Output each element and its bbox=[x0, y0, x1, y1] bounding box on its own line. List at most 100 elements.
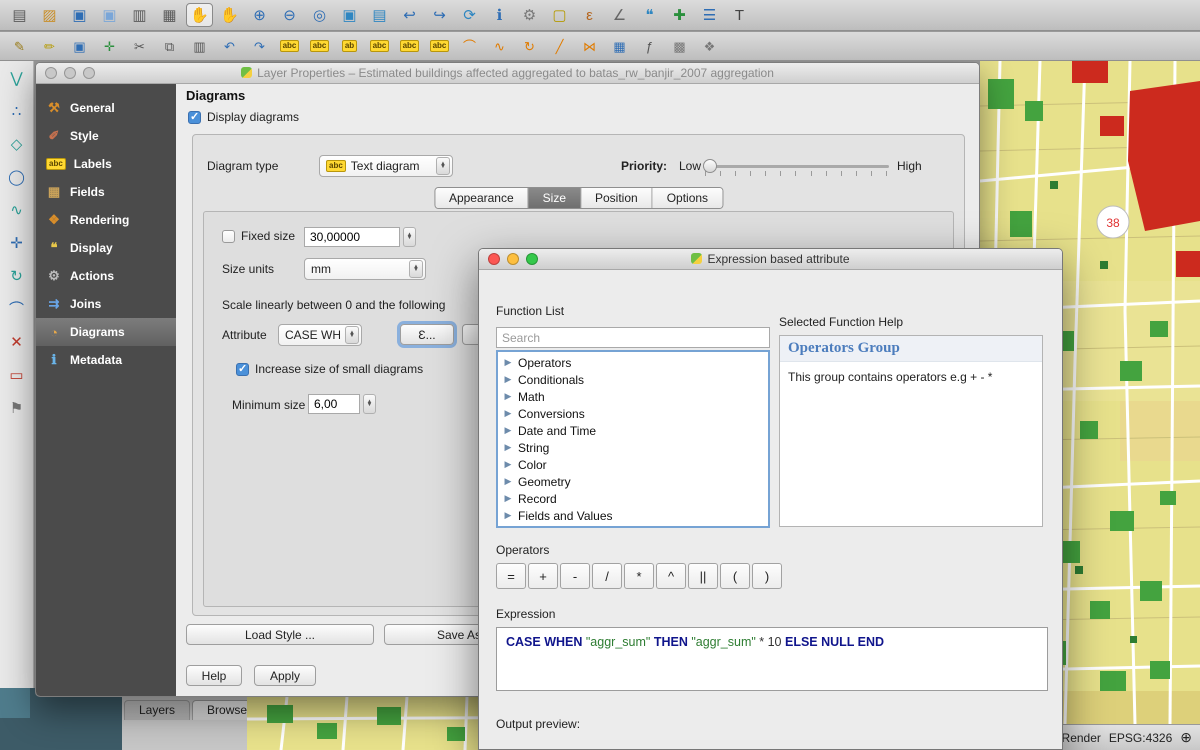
sidebar-item-metadata[interactable]: ℹMetadata bbox=[36, 346, 176, 374]
minimum-size-input[interactable] bbox=[308, 394, 360, 414]
load-style-button[interactable]: Load Style ... bbox=[186, 624, 374, 645]
function-group-operators[interactable]: ▶Operators bbox=[498, 354, 768, 371]
sidebar-item-labels[interactable]: abcLabels bbox=[36, 150, 176, 178]
expression-dialog-titlebar[interactable]: Expression based attribute bbox=[479, 249, 1062, 270]
minimize-window-button[interactable] bbox=[64, 67, 76, 79]
zoom-out-button[interactable]: ⊖ bbox=[276, 3, 303, 27]
zoom-to-selection-button[interactable]: ▣ bbox=[336, 3, 363, 27]
paste-features-button[interactable]: ▥ bbox=[186, 34, 213, 58]
undo-button[interactable]: ↶ bbox=[216, 34, 243, 58]
current-edits-button[interactable]: ✎ bbox=[6, 34, 33, 58]
node-tool-button[interactable]: ✛ bbox=[96, 34, 123, 58]
rotate-feature-left-button[interactable]: ↻ bbox=[5, 265, 29, 287]
expand-triangle-icon[interactable]: ▶ bbox=[502, 476, 514, 487]
show-bookmarks-button[interactable]: ☰ bbox=[696, 3, 723, 27]
label-highlight-button[interactable]: abc bbox=[306, 34, 333, 58]
simplify-feature-button[interactable]: ⌒ bbox=[5, 298, 29, 320]
zoom-last-button[interactable]: ↩ bbox=[396, 3, 423, 27]
layer-properties-titlebar[interactable]: Layer Properties – Estimated buildings a… bbox=[36, 63, 979, 84]
curve-feature-tool-button[interactable]: ∿ bbox=[5, 199, 29, 221]
apply-button[interactable]: Apply bbox=[254, 665, 316, 686]
save-project-as-button[interactable]: ▣ bbox=[96, 3, 123, 27]
operator-button-([interactable]: ( bbox=[720, 563, 750, 589]
sidebar-item-display[interactable]: ❝Display bbox=[36, 234, 176, 262]
circular-string-tool-button[interactable]: ◯ bbox=[5, 166, 29, 188]
expand-triangle-icon[interactable]: ▶ bbox=[502, 510, 514, 521]
operator-button-=[interactable]: = bbox=[496, 563, 526, 589]
expression-builder-button[interactable]: Ɛ... bbox=[400, 324, 454, 345]
new-print-composer-button[interactable]: ▥ bbox=[126, 3, 153, 27]
expand-triangle-icon[interactable]: ▶ bbox=[502, 374, 514, 385]
zoom-window-button[interactable] bbox=[83, 67, 95, 79]
attribute-select[interactable]: CASE WHEN " ▲▼ bbox=[278, 324, 362, 346]
field-calculator-button[interactable]: ƒ bbox=[636, 34, 663, 58]
function-group-color[interactable]: ▶Color bbox=[498, 456, 768, 473]
add-line-feature-button[interactable]: ⋁ bbox=[5, 67, 29, 89]
operator-button-+[interactable]: + bbox=[528, 563, 558, 589]
zoom-in-button[interactable]: ⊕ bbox=[246, 3, 273, 27]
composer-manager-button[interactable]: ▦ bbox=[156, 3, 183, 27]
select-by-expression-button[interactable]: ε bbox=[576, 3, 603, 27]
zoom-full-button[interactable]: ◎ bbox=[306, 3, 333, 27]
operator-button--[interactable]: - bbox=[560, 563, 590, 589]
select-features-button[interactable]: ▢ bbox=[546, 3, 573, 27]
reshape-features-button[interactable]: ∿ bbox=[486, 34, 513, 58]
delete-selected-button[interactable]: ✕ bbox=[5, 331, 29, 353]
expand-triangle-icon[interactable]: ▶ bbox=[502, 459, 514, 470]
operator-button-^[interactable]: ^ bbox=[656, 563, 686, 589]
pan-to-selection-button[interactable]: ✋ bbox=[216, 3, 243, 27]
zoom-window-button[interactable] bbox=[526, 253, 538, 265]
label-pin-button[interactable]: ab bbox=[336, 34, 363, 58]
expand-triangle-icon[interactable]: ▶ bbox=[502, 442, 514, 453]
measure-line-button[interactable]: ∠ bbox=[606, 3, 633, 27]
function-group-conditionals[interactable]: ▶Conditionals bbox=[498, 371, 768, 388]
offset-curve-button[interactable]: ⌒ bbox=[456, 34, 483, 58]
operator-button-/[interactable]: / bbox=[592, 563, 622, 589]
display-diagrams-checkbox[interactable] bbox=[188, 111, 201, 124]
function-group-date-and-time[interactable]: ▶Date and Time bbox=[498, 422, 768, 439]
label-rotate-button[interactable]: abc bbox=[396, 34, 423, 58]
label-change-button[interactable]: abc bbox=[426, 34, 453, 58]
expression-editor[interactable]: CASE WHEN "aggr_sum" THEN "aggr_sum" * 1… bbox=[496, 627, 1048, 691]
tab-appearance[interactable]: Appearance bbox=[435, 188, 529, 208]
function-group-string[interactable]: ▶String bbox=[498, 439, 768, 456]
run-feature-action-button[interactable]: ⚙ bbox=[516, 3, 543, 27]
open-project-button[interactable]: ▨ bbox=[36, 3, 63, 27]
new-bookmark-button[interactable]: ✚ bbox=[666, 3, 693, 27]
refresh-map-button[interactable]: ⟳ bbox=[456, 3, 483, 27]
zoom-to-layer-button[interactable]: ▤ bbox=[366, 3, 393, 27]
pan-map-button[interactable]: ✋ bbox=[186, 3, 213, 27]
vertex-tool-button[interactable]: ∴ bbox=[5, 100, 29, 122]
map-decorations-button[interactable]: ❖ bbox=[696, 34, 723, 58]
labeling-button[interactable]: abc bbox=[276, 34, 303, 58]
redo-button[interactable]: ↷ bbox=[246, 34, 273, 58]
sidebar-item-fields[interactable]: ▦Fields bbox=[36, 178, 176, 206]
cut-features-button[interactable]: ✂ bbox=[126, 34, 153, 58]
copy-features-button[interactable]: ⧉ bbox=[156, 34, 183, 58]
attributes-table-button[interactable]: ▦ bbox=[606, 34, 633, 58]
zoom-next-button[interactable]: ↪ bbox=[426, 3, 453, 27]
close-window-button[interactable] bbox=[45, 67, 57, 79]
tab-options[interactable]: Options bbox=[653, 188, 722, 208]
diagram-type-select[interactable]: abc Text diagram ▲▼ bbox=[319, 155, 453, 177]
expand-triangle-icon[interactable]: ▶ bbox=[502, 408, 514, 419]
split-features-button[interactable]: ╱ bbox=[546, 34, 573, 58]
tab-layers[interactable]: Layers bbox=[124, 700, 190, 720]
identify-features-button[interactable]: ℹ bbox=[486, 3, 513, 27]
expand-triangle-icon[interactable]: ▶ bbox=[502, 493, 514, 504]
increase-size-checkbox[interactable] bbox=[236, 363, 249, 376]
crs-globe-icon[interactable]: ⊕ bbox=[1180, 729, 1192, 746]
operator-button-)[interactable]: ) bbox=[752, 563, 782, 589]
new-shapefile-layer-button[interactable]: ▭ bbox=[5, 364, 29, 386]
expand-triangle-icon[interactable]: ▶ bbox=[502, 425, 514, 436]
operator-button-||[interactable]: || bbox=[688, 563, 718, 589]
new-project-button[interactable]: ▤ bbox=[6, 3, 33, 27]
expand-triangle-icon[interactable]: ▶ bbox=[502, 357, 514, 368]
raster-tools-button[interactable]: ▩ bbox=[666, 34, 693, 58]
fixed-size-stepper[interactable]: ▲▼ bbox=[403, 227, 416, 247]
move-feature-button[interactable]: ✛ bbox=[5, 232, 29, 254]
fixed-size-checkbox[interactable] bbox=[222, 230, 235, 243]
close-window-button[interactable] bbox=[488, 253, 500, 265]
render-label[interactable]: Render bbox=[1062, 731, 1101, 745]
operator-button-*[interactable]: * bbox=[624, 563, 654, 589]
